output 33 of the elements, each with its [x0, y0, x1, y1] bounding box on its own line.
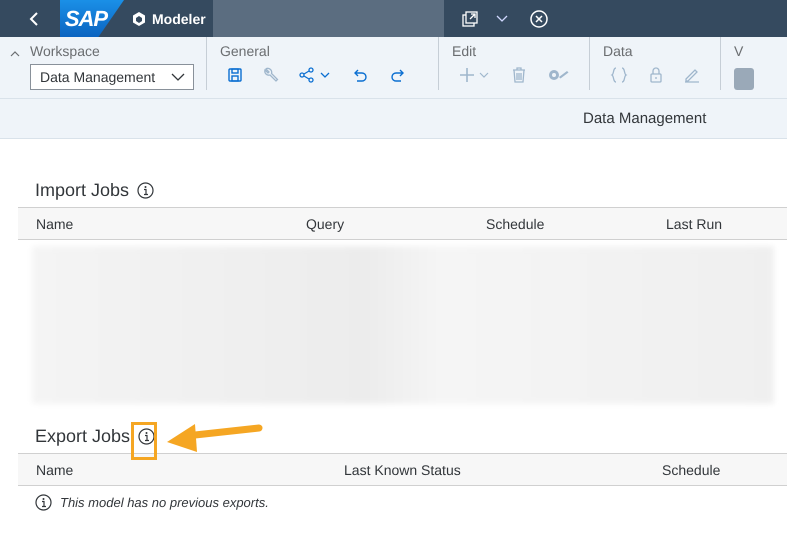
- page-title: Data Management: [583, 110, 706, 127]
- column-header: Last Known Status: [344, 462, 462, 478]
- column-header: Name: [36, 216, 74, 232]
- group-label: Workspace: [30, 42, 101, 60]
- empty-message: This model has no previous exports.: [60, 494, 269, 510]
- group-label: General: [220, 42, 271, 60]
- column-header: Query: [306, 216, 346, 232]
- redo-icon[interactable]: [389, 67, 405, 83]
- caret-icon: [171, 72, 185, 80]
- save-icon[interactable]: [227, 67, 243, 83]
- info-icon: [137, 182, 154, 198]
- cube-icon: [132, 12, 146, 26]
- section-title: Import Jobs: [35, 180, 130, 200]
- app-title: Modeler: [152, 10, 206, 26]
- column-header: Last Run: [666, 216, 724, 232]
- highlight-box: [131, 422, 157, 460]
- undo-icon[interactable]: [353, 67, 369, 83]
- collapse-icon[interactable]: [10, 50, 20, 57]
- section-title: Export Jobs: [35, 426, 130, 446]
- back-icon[interactable]: [28, 10, 40, 26]
- caret-icon[interactable]: [496, 14, 508, 22]
- column-header: Schedule: [486, 216, 546, 232]
- close-icon[interactable]: [530, 10, 548, 28]
- column-header: Name: [36, 462, 74, 478]
- column-header: Schedule: [662, 462, 722, 478]
- popout-icon[interactable]: [462, 10, 478, 26]
- workspace-select[interactable]: Data Management: [30, 64, 194, 90]
- group-label: V: [734, 42, 744, 60]
- info-icon: [35, 494, 52, 510]
- group-label: Edit: [452, 42, 478, 60]
- info-icon: [138, 428, 156, 444]
- group-label: Data: [603, 42, 634, 60]
- sap-logo: SAP: [60, 0, 124, 37]
